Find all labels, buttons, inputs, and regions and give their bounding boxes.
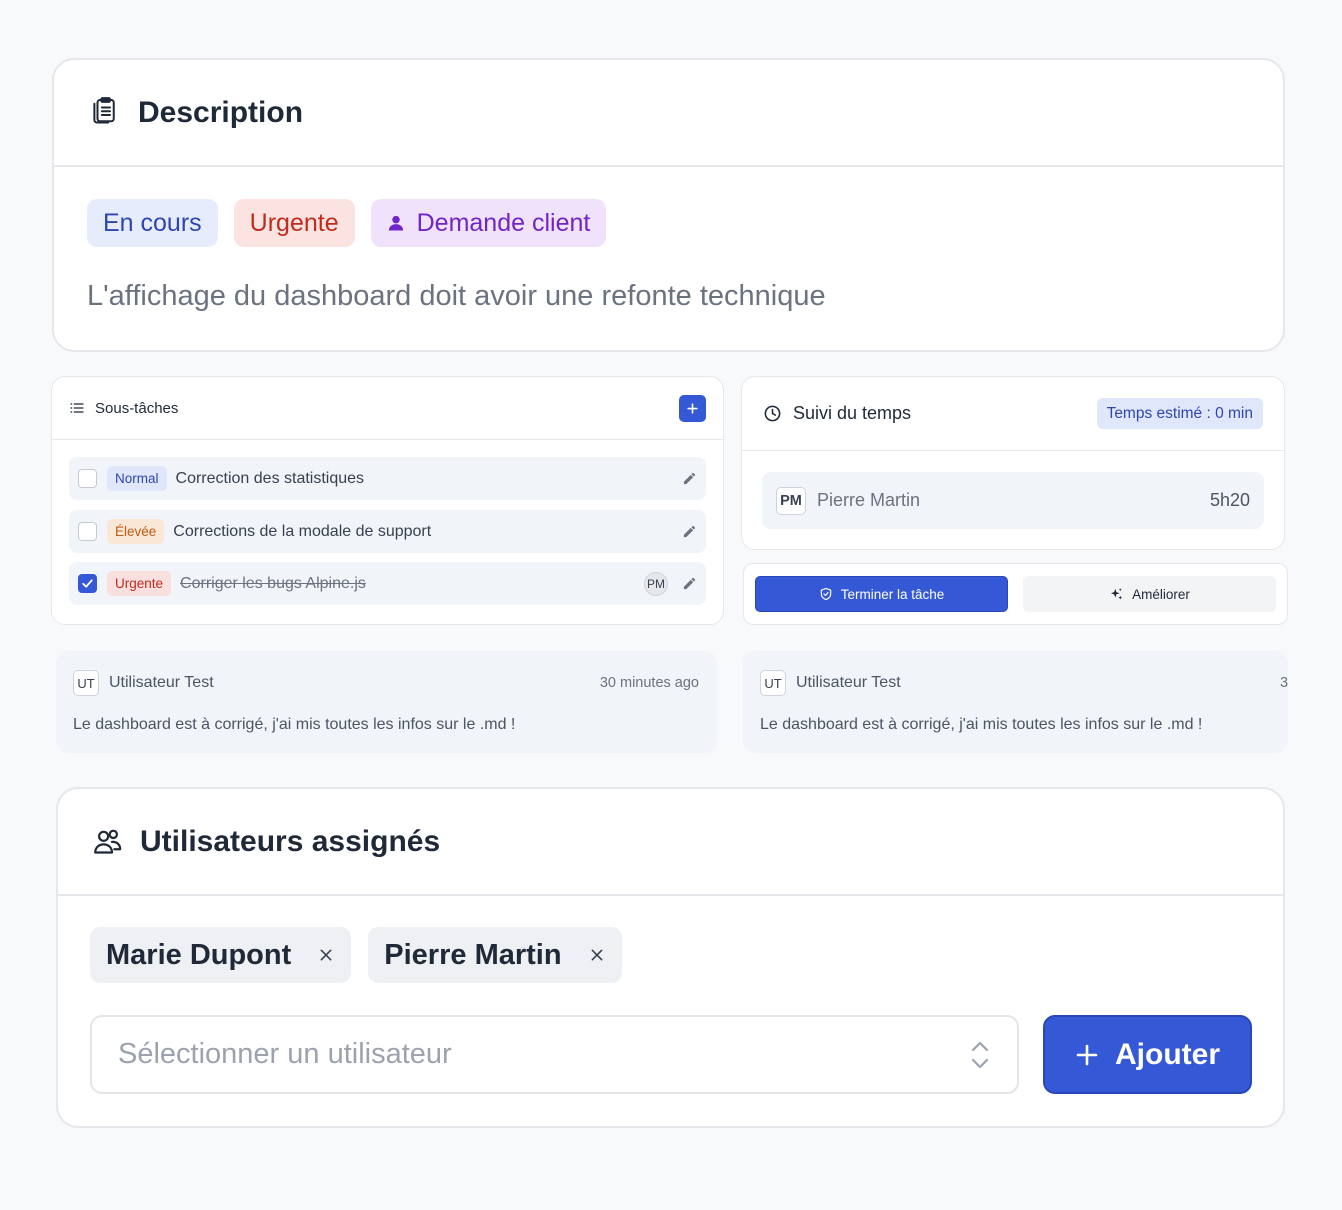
add-subtask-button[interactable] [679,394,706,422]
user-chip: Pierre Martin [368,927,622,983]
subtask-row[interactable]: Urgente Corriger les bugs Alpine.js PM [69,562,706,605]
subtasks-card: Sous-tâches Normal Correction des statis… [51,376,724,625]
clock-icon [763,404,782,423]
improve-label: Améliorer [1132,586,1190,602]
comment-card: UT Utilisateur Test 3 Le dashboard est à… [743,651,1288,753]
description-header: Description [54,60,1283,167]
finish-task-button[interactable]: Terminer la tâche [755,576,1008,612]
assigned-users-title: Utilisateurs assignés [140,824,441,858]
source-badge-label: Demande client [416,208,591,237]
shield-check-icon [820,587,831,601]
assigned-user-chips: Marie Dupont Pierre Martin [90,927,622,983]
plus-icon [687,402,698,414]
user-chip-label: Marie Dupont [106,938,292,971]
time-tracking-title: Suivi du temps [793,403,912,423]
list-icon [69,400,85,416]
assignee-avatar: PM [644,571,668,596]
user-chip-label: Pierre Martin [384,938,562,971]
subtask-row[interactable]: Normal Correction des statistiques [69,457,706,500]
subtask-label: Corriger les bugs Alpine.js [180,574,366,592]
description-card: Description En cours Urgente Demande cli… [52,58,1285,352]
description-title: Description [138,95,304,129]
comment-author: Utilisateur Test [109,674,214,691]
comment-text: Le dashboard est à corrigé, j'ai mis tou… [73,716,516,733]
remove-user-icon[interactable] [317,946,335,964]
check-icon [82,579,93,588]
sparkles-icon [1110,587,1123,599]
subtask-checkbox[interactable] [78,469,97,488]
avatar: PM [776,486,806,515]
plus-icon [1076,1044,1098,1065]
estimate-badge: Temps estimé : 0 min [1096,398,1263,429]
clipboard-icon [90,95,120,130]
priority-pill: Élevée [107,519,165,544]
avatar: UT [73,670,99,696]
add-user-label: Ajouter [1115,1037,1220,1071]
time-entry-user: Pierre Martin [817,490,921,510]
remove-user-icon[interactable] [588,946,606,964]
edit-pencil-icon[interactable] [681,524,697,540]
subtask-label: Correction des statistiques [175,469,365,487]
user-select-placeholder: Sélectionner un utilisateur [118,1038,452,1070]
user-select[interactable]: Sélectionner un utilisateur [90,1015,1019,1094]
status-badge: En cours [87,199,218,247]
assigned-users-header: Utilisateurs assignés [58,789,1283,896]
subtasks-header: Sous-tâches [52,377,723,440]
priority-pill: Normal [107,466,167,491]
user-chip: Marie Dupont [90,927,352,983]
time-entry-row: PM Pierre Martin 5h20 [762,472,1264,529]
comment-timestamp: 3 [1280,675,1288,691]
description-badges: En cours Urgente Demande client [87,199,607,247]
subtask-label: Corrections de la modale de support [173,522,432,540]
subtask-checkbox[interactable] [78,522,97,541]
finish-task-label: Terminer la tâche [840,586,945,602]
improve-button[interactable]: Améliorer [1023,576,1276,612]
edit-pencil-icon[interactable] [681,471,697,487]
subtask-row[interactable]: Élevée Corrections de la modale de suppo… [69,510,706,553]
time-tracking-header: Suivi du temps Temps estimé : 0 min [742,377,1284,451]
assigned-users-card: Utilisateurs assignés Marie Dupont Pierr… [56,787,1285,1128]
user-icon [387,214,405,232]
avatar: UT [760,670,786,696]
priority-pill: Urgente [107,571,172,596]
comment-author: Utilisateur Test [796,674,901,691]
source-badge: Demande client [370,199,607,247]
comment-card: UT Utilisateur Test 30 minutes ago Le da… [56,651,717,753]
comment-timestamp: 30 minutes ago [599,675,699,691]
time-tracking-card: Suivi du temps Temps estimé : 0 min PM P… [741,376,1285,550]
comment-text: Le dashboard est à corrigé, j'ai mis tou… [760,716,1203,733]
time-entry-duration: 5h20 [1209,490,1250,510]
subtask-checkbox-checked[interactable] [78,574,97,593]
edit-pencil-icon[interactable] [681,576,697,592]
priority-badge: Urgente [233,199,355,247]
users-icon [92,826,123,857]
chevron-up-down-icon [969,1039,991,1071]
subtasks-title: Sous-tâches [95,399,179,417]
add-user-button[interactable]: Ajouter [1043,1015,1252,1094]
task-actions-bar: Terminer la tâche Améliorer [743,563,1288,625]
description-text: L'affichage du dashboard doit avoir une … [87,280,826,312]
